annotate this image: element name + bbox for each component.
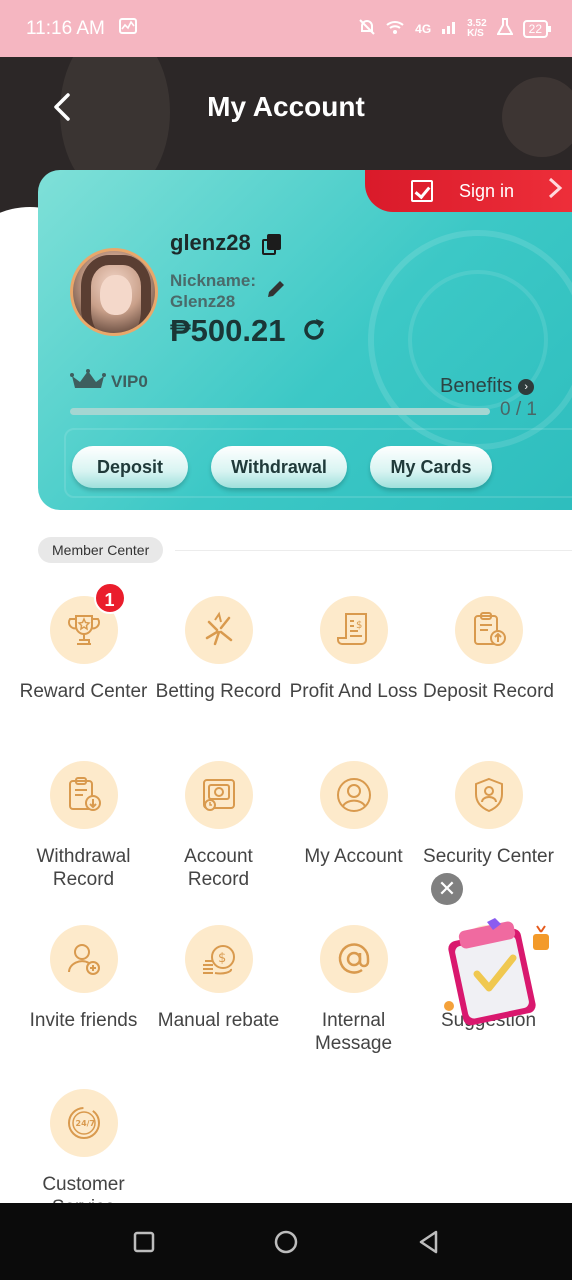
balance: ₱500.21 [170, 313, 286, 348]
sign-in-button[interactable]: Sign in [365, 170, 572, 212]
flask-icon [495, 18, 514, 39]
circle-icon [274, 1230, 298, 1254]
benefits-label: Benefits [440, 375, 513, 397]
user-icon [336, 778, 371, 812]
status-bar: 11:16 AM 4G 3.52 K/S 22 [0, 0, 572, 57]
checkbox-icon [411, 180, 433, 202]
nickname-value: Glenz28 [170, 292, 236, 311]
receipt-icon: $ [336, 613, 367, 645]
menu-item-profit-and-loss[interactable]: $ Profit And Loss [286, 596, 421, 703]
menu-label: My Account [304, 846, 403, 867]
menu-item-reward-center[interactable]: 1 Reward Center [16, 582, 151, 703]
square-icon [133, 1231, 155, 1253]
withdrawal-clipboard-icon [68, 777, 101, 811]
recent-apps-button[interactable] [131, 1229, 157, 1255]
chevron-right-icon [547, 176, 563, 207]
deposit-button[interactable]: Deposit [72, 446, 188, 488]
page-title: My Account [207, 91, 365, 122]
my-cards-button[interactable]: My Cards [370, 446, 492, 488]
menu-label: Profit And Loss [289, 681, 418, 702]
menu-item-betting-record[interactable]: Betting Record [151, 596, 286, 703]
menu-item-invite-friends[interactable]: Invite friends [16, 925, 151, 1032]
nickname-label: Nickname: [170, 271, 256, 290]
promo-gift-icon[interactable] [437, 912, 555, 1030]
svg-text:$: $ [218, 951, 226, 966]
menu-item-internal-message[interactable]: Internal Message [286, 925, 421, 1055]
signal-icon [441, 19, 457, 38]
net-speed: 3.52 K/S [467, 17, 487, 39]
net-speed-unit: K/S [467, 27, 484, 39]
betting-icon [205, 611, 232, 646]
svg-text:24/7: 24/7 [75, 1119, 95, 1128]
system-nav-bar [0, 1203, 572, 1280]
copy-icon[interactable] [262, 234, 282, 255]
menu-label: Internal Message [314, 1010, 393, 1054]
at-icon [338, 943, 369, 974]
benefits-link[interactable]: Benefits › [440, 375, 535, 398]
avatar[interactable] [70, 248, 158, 336]
menu-item-withdrawal-record[interactable]: Withdrawal Record [16, 761, 151, 891]
network-type: 4G [415, 21, 432, 36]
chevron-right-icon: › [518, 378, 535, 395]
triangle-back-icon [419, 1230, 438, 1254]
menu-label: Invite friends [29, 1010, 138, 1031]
menu-item-customer-service[interactable]: 24/7 Customer Service [16, 1089, 151, 1219]
net-speed-value: 3.52 [467, 17, 487, 29]
crown-icon [70, 368, 106, 392]
menu-label: Deposit Record [423, 681, 554, 702]
activity-icon [118, 18, 137, 39]
section-label-member-center: Member Center [38, 537, 164, 563]
support-24-7-icon: 24/7 [67, 1107, 100, 1139]
notification-badge: 1 [93, 582, 126, 614]
menu-label: Betting Record [155, 681, 282, 702]
menu-item-account-record[interactable]: Account Record [151, 761, 286, 891]
vip-progress-bar [70, 408, 490, 415]
pencil-icon[interactable] [266, 279, 286, 299]
shield-icon [474, 777, 503, 813]
back-nav-button[interactable] [416, 1229, 442, 1255]
withdrawal-button[interactable]: Withdrawal [211, 446, 347, 488]
vip-level: VIP0 [111, 372, 148, 391]
status-time: 11:16 AM [26, 17, 105, 39]
menu-label: Security Center [423, 846, 554, 867]
menu-item-security-center[interactable]: Security Center [421, 761, 556, 868]
section-divider [175, 550, 572, 551]
menu-label: Manual rebate [157, 1010, 280, 1031]
sign-in-label: Sign in [459, 180, 515, 201]
coins-icon: $ [202, 945, 235, 975]
home-button[interactable] [273, 1229, 299, 1255]
refresh-icon[interactable] [300, 316, 328, 344]
close-promo-button[interactable]: ✕ [431, 873, 463, 905]
menu-item-deposit-record[interactable]: Deposit Record [421, 596, 556, 703]
invite-icon [67, 944, 100, 975]
menu-label: Withdrawal Record [36, 846, 131, 890]
account-record-icon [202, 779, 235, 811]
mute-notification-icon [359, 18, 375, 39]
menu-item-manual-rebate[interactable]: $ Manual rebate [151, 925, 286, 1032]
menu-item-my-account[interactable]: My Account [286, 761, 421, 868]
deposit-clipboard-icon [473, 612, 506, 646]
trophy-icon [67, 615, 100, 645]
battery-indicator: 22 [522, 19, 552, 38]
svg-text:$: $ [356, 620, 362, 631]
username: glenz28 [170, 230, 251, 255]
wifi-icon [385, 19, 405, 38]
menu-label: Reward Center [19, 681, 148, 702]
menu-label: Account Record [184, 846, 253, 890]
vip-progress-text: 0 / 1 [500, 399, 537, 420]
